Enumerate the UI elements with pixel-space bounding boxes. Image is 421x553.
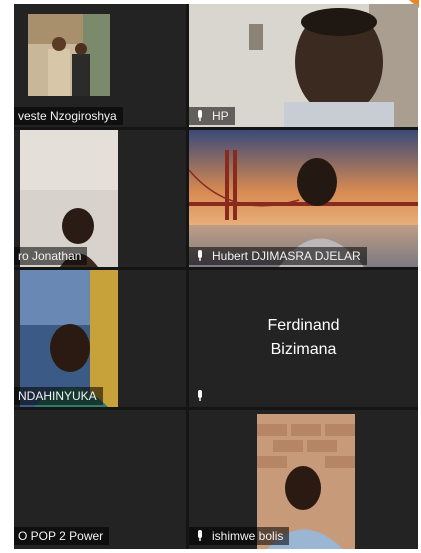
microphone-icon bbox=[198, 390, 202, 401]
participant-name: veste Nzogiroshya bbox=[18, 109, 117, 123]
participant-nameplate: veste Nzogiroshya bbox=[14, 107, 123, 125]
participant-name: ishimwe bolis bbox=[212, 529, 284, 543]
microphone-icon bbox=[198, 110, 202, 121]
participant-name: O POP 2 Power bbox=[18, 529, 104, 543]
participant-nameplate: Hubert DJIMASRA DJELAR bbox=[189, 247, 367, 265]
participant-nameplate: NDAHINYUKA bbox=[14, 387, 103, 405]
participant-tile-3[interactable]: ro Jonathan bbox=[14, 130, 186, 267]
participant-name: Hubert DJIMASRA DJELAR bbox=[212, 249, 361, 263]
participant-name-line: Bizimana bbox=[270, 341, 337, 358]
participant-tile-5[interactable]: NDAHINYUKA bbox=[14, 270, 186, 407]
participant-name: HP bbox=[212, 109, 229, 123]
participant-tile-4[interactable]: Hubert DJIMASRA DJELAR bbox=[189, 130, 418, 267]
participant-tile-1[interactable]: veste Nzogiroshya bbox=[14, 4, 186, 127]
participant-nameplate: O POP 2 Power bbox=[14, 527, 110, 545]
participant-nameplate: ishimwe bolis bbox=[189, 527, 290, 545]
participant-tile-8[interactable]: ishimwe bolis bbox=[189, 410, 418, 549]
participant-tile-7[interactable]: O POP 2 Power bbox=[14, 410, 186, 549]
participant-nameplate: ro Jonathan bbox=[14, 247, 88, 265]
participant-name-line: Ferdinand bbox=[267, 317, 340, 334]
participant-video bbox=[28, 14, 110, 96]
microphone-icon bbox=[198, 530, 202, 541]
participant-tile-2[interactable]: HP bbox=[189, 4, 418, 127]
participant-name: NDAHINYUKA bbox=[18, 389, 97, 403]
participant-display-name: Ferdinand Bizimana bbox=[189, 314, 418, 362]
video-call-window: veste Nzogiroshya HP ro Jonathan Hubert … bbox=[0, 0, 421, 553]
participant-nameplate: HP bbox=[189, 107, 235, 125]
participant-nameplate bbox=[189, 387, 218, 405]
participant-name: ro Jonathan bbox=[18, 249, 82, 263]
microphone-icon bbox=[198, 250, 202, 261]
participant-tile-6[interactable]: Ferdinand Bizimana bbox=[189, 270, 418, 407]
participant-grid: veste Nzogiroshya HP ro Jonathan Hubert … bbox=[14, 4, 418, 549]
